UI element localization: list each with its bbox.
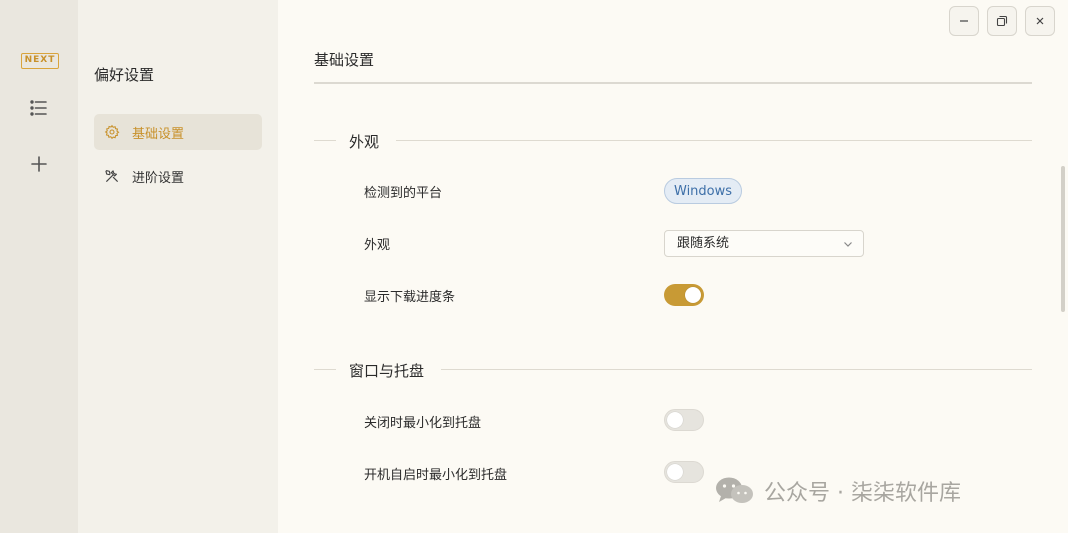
vertical-scrollbar[interactable] <box>1061 166 1065 312</box>
chevron-down-icon <box>843 239 853 249</box>
setting-label-download-progress: 显示下载进度条 <box>364 290 456 305</box>
minimize-on-close-toggle[interactable] <box>664 409 704 431</box>
app-rail: NEXT <box>0 0 78 533</box>
section-divider <box>441 369 1032 370</box>
sidebar-item-advanced-settings[interactable]: 进阶设置 <box>94 158 262 194</box>
settings-sidebar: 偏好设置 基础设置 进阶设置 <box>78 0 278 533</box>
section-divider <box>314 369 336 370</box>
section-appearance: 外观 <box>314 131 1032 151</box>
sidebar-item-basic-settings[interactable]: 基础设置 <box>94 114 262 150</box>
sidebar-title: 偏好设置 <box>94 66 155 84</box>
setting-label-minimize-on-autostart: 开机自启时最小化到托盘 <box>364 468 508 483</box>
minimize-on-autostart-toggle[interactable] <box>664 461 704 483</box>
appearance-select[interactable]: 跟随系统 <box>664 230 864 257</box>
close-button[interactable] <box>1025 6 1055 36</box>
restore-button[interactable] <box>987 6 1017 36</box>
close-icon <box>1036 17 1044 25</box>
setting-label-appearance: 外观 <box>364 238 391 253</box>
wechat-icon <box>714 475 756 507</box>
tools-icon <box>104 168 120 184</box>
section-divider <box>314 140 336 141</box>
toggle-knob <box>667 464 683 480</box>
section-title: 外观 <box>349 133 380 151</box>
sidebar-item-label: 基础设置 <box>132 126 185 142</box>
appearance-select-value: 跟随系统 <box>677 236 730 251</box>
setting-label-detected-platform: 检测到的平台 <box>364 186 443 201</box>
setting-label-minimize-on-close: 关闭时最小化到托盘 <box>364 416 482 431</box>
section-window-tray: 窗口与托盘 <box>314 360 1032 380</box>
watermark-text: 公众号 · 柒柒软件库 <box>764 481 961 506</box>
toggle-knob <box>685 287 701 303</box>
sidebar-item-label: 进阶设置 <box>132 170 185 186</box>
app-logo: NEXT <box>21 53 59 69</box>
watermark: 公众号 · 柒柒软件库 <box>714 474 961 508</box>
list-icon[interactable] <box>27 96 51 120</box>
minimize-icon <box>960 20 968 22</box>
page-title: 基础设置 <box>314 51 375 69</box>
gear-icon <box>104 124 120 140</box>
platform-badge: Windows <box>664 178 743 204</box>
section-divider <box>396 140 1032 141</box>
title-divider <box>314 82 1032 84</box>
section-title: 窗口与托盘 <box>349 362 425 380</box>
minimize-button[interactable] <box>949 6 979 36</box>
plus-icon[interactable] <box>27 152 51 176</box>
toggle-knob <box>667 412 683 428</box>
restore-icon <box>996 15 1008 27</box>
download-progress-toggle[interactable] <box>664 284 704 306</box>
